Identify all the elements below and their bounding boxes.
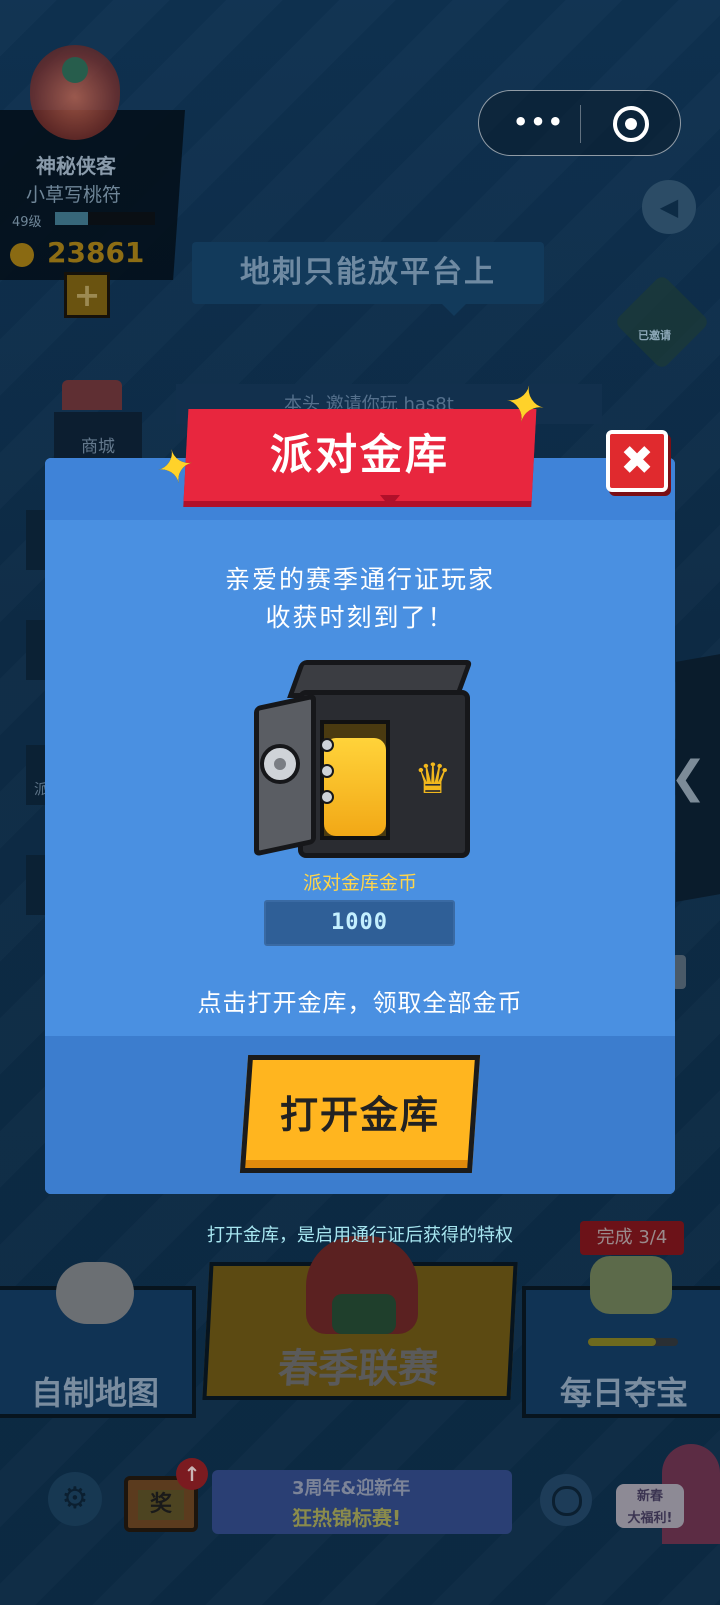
chevron-left-icon[interactable]: ❮ — [670, 752, 707, 803]
tournament-banner-line1: 3周年&迎新年 — [292, 1478, 411, 1499]
settings-button[interactable]: ⚙ — [48, 1472, 102, 1526]
add-coins-button[interactable]: + — [64, 272, 110, 318]
coin-icon — [10, 243, 34, 267]
vault-coins-label: 派对金库金币 — [302, 872, 417, 894]
player-name: 神秘侠客 — [36, 154, 116, 178]
hinge-icon — [320, 790, 334, 804]
tip-text: 地刺只能放平台上 — [240, 255, 496, 290]
shop-button[interactable]: 商城 — [54, 412, 142, 464]
spring-league-label: 春季联赛 — [276, 1346, 440, 1392]
capsule-divider — [580, 105, 581, 143]
privilege-note: 打开金库，是启用通行证后获得的特权 — [207, 1225, 513, 1246]
newyear-line2: 大福利! — [627, 1511, 673, 1526]
shop-icon — [62, 380, 122, 410]
open-hint: 点击打开金库，领取全部金币 — [197, 989, 523, 1017]
newyear-welfare-button[interactable]: 新春 大福利! — [616, 1484, 684, 1528]
greeting-line-2: 收获时刻到了！ — [265, 603, 455, 632]
crown-icon: ♛ — [414, 754, 452, 803]
gold-coins-icon — [324, 738, 386, 836]
arrow-up-icon: ↑ — [183, 1462, 201, 1486]
avatar[interactable] — [30, 45, 120, 140]
reward-label: 奖 — [138, 1490, 184, 1520]
close-icon: ✖ — [620, 438, 654, 484]
vault-coins-box: 1000 — [264, 900, 455, 946]
treasure-progress-bar — [588, 1338, 678, 1346]
coin-count: 23861 — [47, 236, 145, 269]
greeting-line-1: 亲爱的赛季通行证玩家 — [224, 565, 495, 594]
announcement-button[interactable]: ◀ — [642, 180, 696, 234]
chat-button[interactable] — [540, 1474, 592, 1526]
newyear-line1: 新春 — [636, 1489, 663, 1504]
modal-title: 派对金库 — [269, 430, 450, 479]
vault-coins-value: 1000 — [331, 910, 388, 935]
tournament-banner-line2: 狂热锦标赛! — [292, 1506, 402, 1530]
hinge-icon — [320, 738, 334, 752]
spring-character — [306, 1236, 418, 1334]
level-progress-bar — [55, 212, 155, 225]
target-icon[interactable] — [613, 106, 649, 142]
upgrade-badge: ↑ — [176, 1458, 208, 1490]
treasure-chest-icon — [590, 1256, 672, 1314]
safe-icon: ♛ — [254, 660, 473, 860]
level-progress-fill — [55, 212, 88, 225]
treasure-progress-fill — [588, 1338, 656, 1346]
more-dots-icon[interactable]: ••• — [513, 108, 565, 136]
invited-badge-text: 已邀请 — [638, 329, 671, 342]
rabbit-character — [56, 1262, 134, 1324]
megaphone-icon: ◀ — [659, 193, 679, 221]
hat-pompom — [62, 57, 88, 83]
ribbon-tail — [380, 495, 400, 507]
player-level: 49级 — [12, 215, 42, 230]
safe-dial-icon — [260, 744, 300, 784]
player-title: 小草写桃符 — [26, 184, 122, 206]
tip-bubble: 地刺只能放平台上 — [192, 242, 544, 316]
miniprogram-capsule: ••• — [478, 90, 681, 156]
close-button[interactable]: ✖ — [606, 430, 668, 492]
hinge-icon — [320, 764, 334, 778]
custom-map-label: 自制地图 — [30, 1374, 159, 1412]
open-vault-label: 打开金库 — [279, 1093, 440, 1137]
daily-treasure-label: 每日夺宝 — [559, 1374, 688, 1412]
gear-icon: ⚙ — [61, 1481, 89, 1516]
plus-icon: + — [73, 276, 101, 314]
